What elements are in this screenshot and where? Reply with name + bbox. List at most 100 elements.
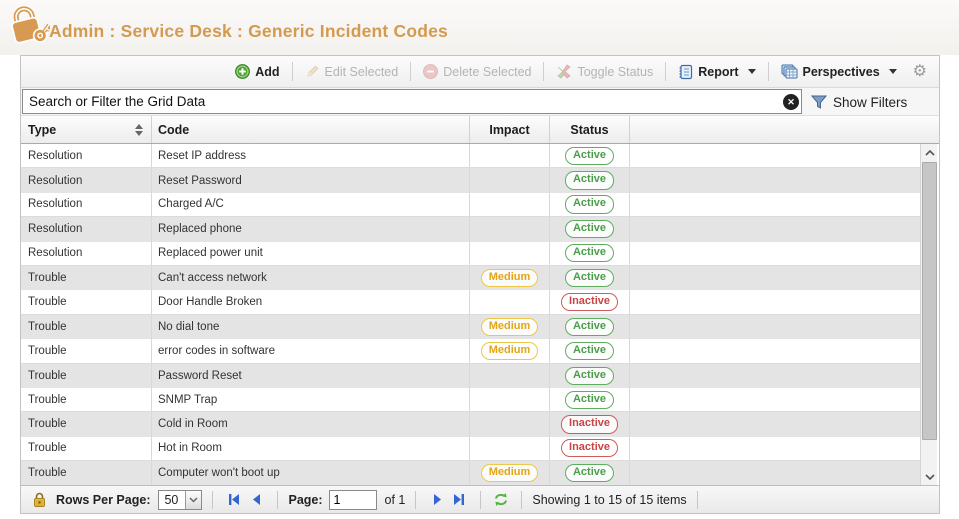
cell-filler <box>630 217 920 241</box>
table-row[interactable]: Resolution Replaced power unit Active <box>21 242 920 266</box>
status-badge: Active <box>565 464 614 482</box>
pencil-icon <box>305 64 320 79</box>
cell-type: Trouble <box>21 437 152 460</box>
status-badge: Active <box>565 147 614 165</box>
cell-type: Resolution <box>21 242 152 265</box>
cell-status: Active <box>550 144 630 167</box>
cell-impact: Medium <box>470 266 550 290</box>
show-filters-button[interactable]: Show Filters <box>811 91 907 113</box>
cell-impact: Medium <box>470 315 550 339</box>
toolbar-separator <box>410 62 411 81</box>
column-header-status[interactable]: Status <box>550 116 630 143</box>
gear-icon[interactable]: ⚙ <box>905 64 931 80</box>
table-row[interactable]: Trouble error codes in software Medium A… <box>21 339 920 363</box>
cell-filler <box>630 339 920 362</box>
table-row[interactable]: Resolution Reset Password Active <box>21 168 920 192</box>
table-row[interactable]: Resolution Replaced phone Active <box>21 217 920 241</box>
table-row[interactable]: Trouble Hot in Room Inactive <box>21 437 920 461</box>
table-row[interactable]: Trouble SNMP Trap Active <box>21 388 920 412</box>
cell-impact: Medium <box>470 461 550 485</box>
table-row[interactable]: Trouble Can't access network Medium Acti… <box>21 266 920 290</box>
cell-code: Hot in Room <box>152 437 470 460</box>
cell-code: Password Reset <box>152 364 470 388</box>
scrollbar-thumb[interactable] <box>922 162 937 440</box>
cell-impact <box>470 412 550 436</box>
table-row[interactable]: Trouble Computer won't boot up Medium Ac… <box>21 461 920 485</box>
cell-status: Inactive <box>550 290 630 313</box>
table-row[interactable]: Resolution Charged A/C Active <box>21 193 920 217</box>
cell-code: Can't access network <box>152 266 470 290</box>
cell-impact <box>470 437 550 460</box>
report-button[interactable]: Report <box>670 60 763 84</box>
showing-items-text: Showing 1 to 15 of 15 items <box>532 493 686 507</box>
refresh-icon[interactable] <box>491 490 511 510</box>
search-input[interactable] <box>22 89 802 114</box>
cell-code: Replaced power unit <box>152 242 470 265</box>
cell-type: Trouble <box>21 266 152 290</box>
select-chevron-icon <box>185 491 201 509</box>
cell-status: Active <box>550 266 630 290</box>
prev-page-button[interactable] <box>245 490 267 510</box>
rows-per-page-select[interactable]: 50 <box>158 490 202 510</box>
table-row[interactable]: Trouble Door Handle Broken Inactive <box>21 290 920 314</box>
column-header-type[interactable]: Type <box>21 116 152 143</box>
toggle-status-button[interactable]: Toggle Status <box>548 60 661 83</box>
cell-type: Trouble <box>21 315 152 339</box>
scroll-down-icon[interactable] <box>921 468 938 485</box>
footer-separator <box>697 491 698 509</box>
cell-status: Inactive <box>550 412 630 436</box>
table-row[interactable]: Trouble Cold in Room Inactive <box>21 412 920 436</box>
footer-separator <box>212 491 213 509</box>
last-page-button[interactable] <box>448 490 470 510</box>
cell-code: Replaced phone <box>152 217 470 241</box>
table-row[interactable]: Trouble No dial tone Medium Active <box>21 315 920 339</box>
cell-impact <box>470 144 550 167</box>
delete-selected-button[interactable]: Delete Selected <box>415 60 539 83</box>
column-header-filler <box>630 116 939 143</box>
cell-code: Door Handle Broken <box>152 290 470 313</box>
next-page-button[interactable] <box>426 490 448 510</box>
column-header-code[interactable]: Code <box>152 116 470 143</box>
footer-separator <box>277 491 278 509</box>
cell-code: error codes in software <box>152 339 470 362</box>
cell-status: Active <box>550 388 630 411</box>
delete-icon <box>423 64 438 79</box>
cell-impact <box>470 168 550 192</box>
status-badge: Inactive <box>561 439 618 457</box>
cell-filler <box>630 144 920 167</box>
grid-body-rows: Resolution Reset IP address Active Resol… <box>21 144 920 485</box>
status-badge: Active <box>565 269 614 287</box>
toolbar-separator <box>768 62 769 81</box>
cell-type: Resolution <box>21 168 152 192</box>
page-number-input[interactable] <box>329 490 377 510</box>
cell-filler <box>630 315 920 339</box>
toolbar-separator <box>665 62 666 81</box>
cell-status: Active <box>550 242 630 265</box>
cell-filler <box>630 242 920 265</box>
footer-separator <box>415 491 416 509</box>
cell-type: Trouble <box>21 290 152 313</box>
sort-icon <box>135 124 143 136</box>
impact-badge: Medium <box>481 318 539 336</box>
cell-filler <box>630 461 920 485</box>
cell-filler <box>630 364 920 388</box>
table-row[interactable]: Trouble Password Reset Active <box>21 364 920 388</box>
add-button[interactable]: Add <box>227 60 287 83</box>
report-dropdown-arrow <box>748 69 756 74</box>
cell-status: Active <box>550 461 630 485</box>
table-row[interactable]: Resolution Reset IP address Active <box>21 144 920 168</box>
cell-impact <box>470 388 550 411</box>
cell-filler <box>630 168 920 192</box>
edit-selected-button[interactable]: Edit Selected <box>297 60 407 83</box>
clear-search-icon[interactable]: ✕ <box>783 94 799 110</box>
scroll-up-icon[interactable] <box>921 144 938 161</box>
first-page-button[interactable] <box>223 490 245 510</box>
perspectives-button[interactable]: Perspectives <box>773 60 905 84</box>
column-header-impact[interactable]: Impact <box>470 116 550 143</box>
status-badge: Inactive <box>561 415 618 433</box>
vertical-scrollbar[interactable] <box>920 144 937 485</box>
cell-status: Active <box>550 315 630 339</box>
cell-impact <box>470 217 550 241</box>
footer-separator <box>480 491 481 509</box>
cell-status: Active <box>550 168 630 192</box>
